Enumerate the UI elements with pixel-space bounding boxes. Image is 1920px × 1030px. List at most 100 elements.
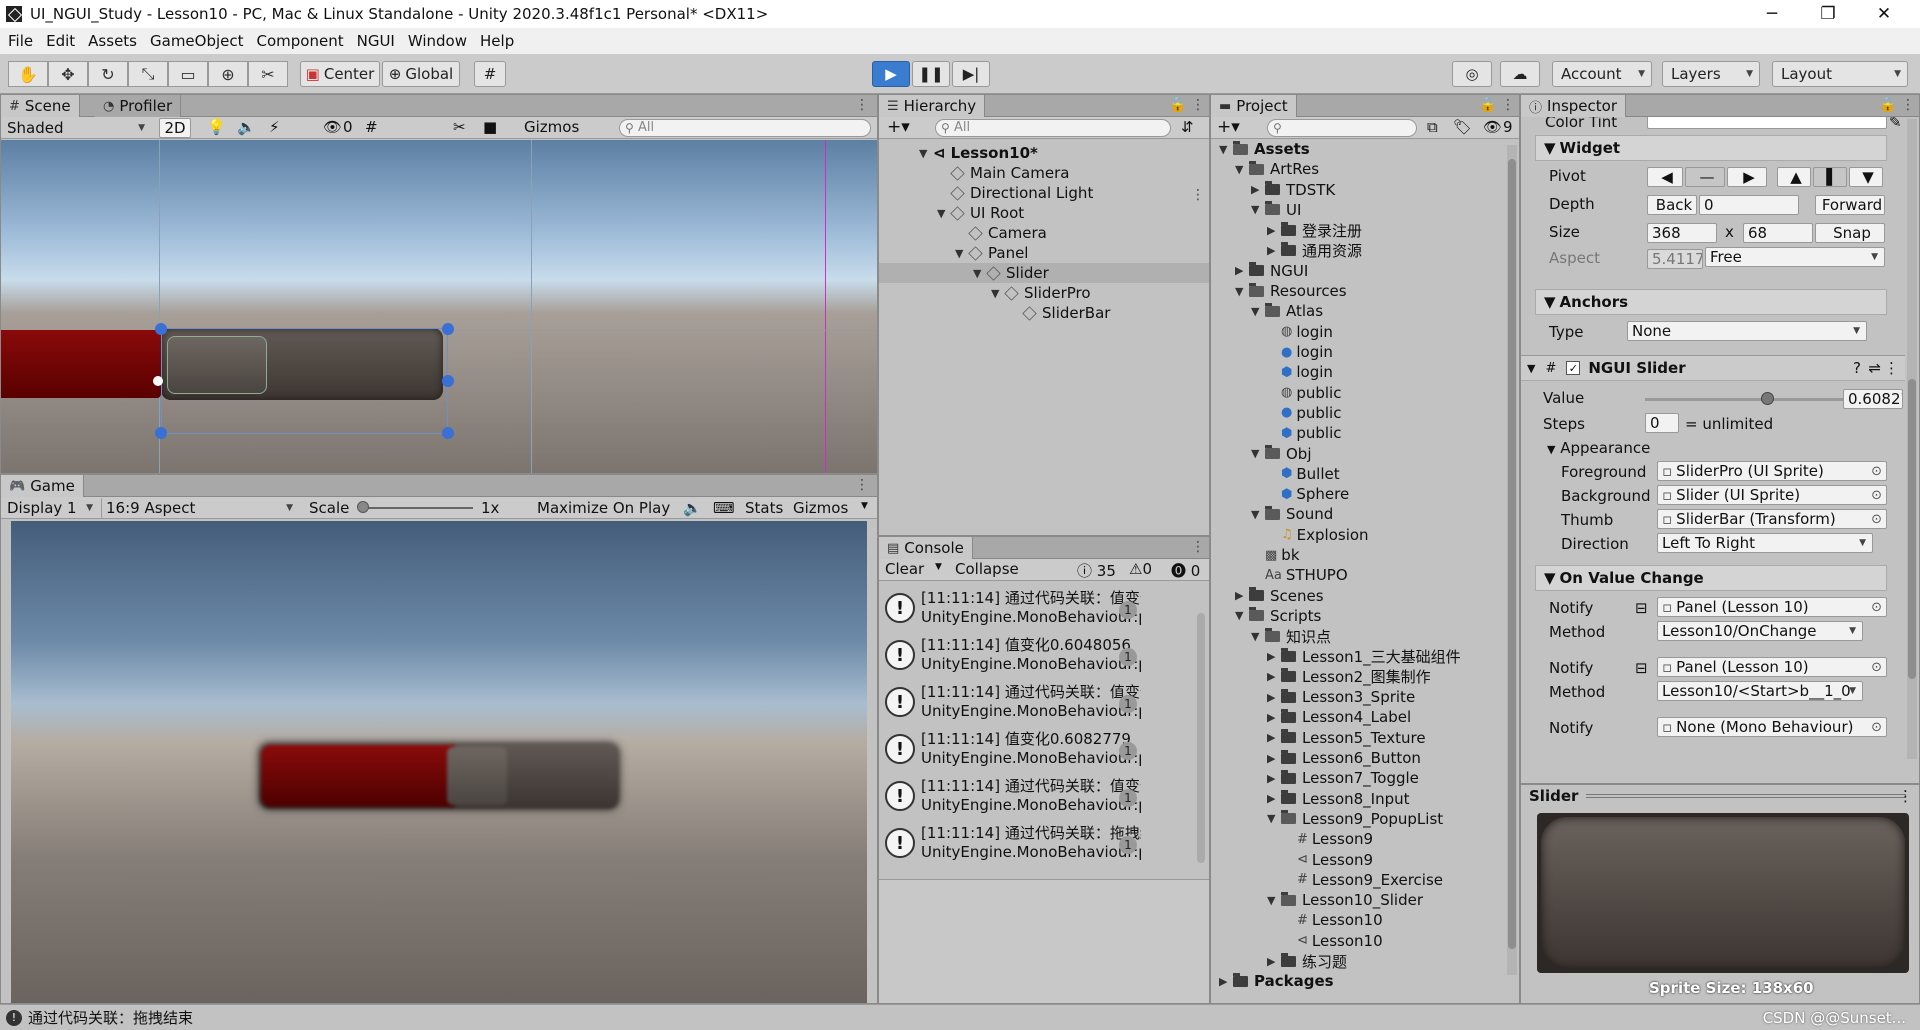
- maximize-on-play-toggle[interactable]: Maximize On Play: [537, 499, 670, 517]
- value-slider-thumb[interactable]: [1760, 392, 1774, 405]
- console-menu-icon[interactable]: ⋮: [1191, 539, 1205, 555]
- menu-file[interactable]: File: [8, 32, 33, 50]
- project-item[interactable]: # Lesson10: [1283, 910, 1383, 930]
- tab-inspector[interactable]: ⓘ Inspector: [1521, 95, 1626, 117]
- menu-gameobject[interactable]: GameObject: [150, 32, 244, 50]
- scale-tool-icon[interactable]: ⤡: [128, 61, 168, 87]
- transform-tool-icon[interactable]: ⊕: [208, 61, 248, 87]
- foreground-field[interactable]: SliderPro (UI Sprite): [1657, 461, 1887, 481]
- scene-options-icon[interactable]: ⋮: [1191, 187, 1205, 203]
- pivot-center-toggle[interactable]: ▣ Center: [300, 61, 380, 87]
- log-entry[interactable]: ![11:11:14] 通过代码关联：值变化0.601UnityEngine.M…: [885, 587, 1141, 633]
- project-item[interactable]: ▶ Lesson2_图集制作: [1267, 667, 1431, 687]
- hidden-objects-icon[interactable]: 👁: [323, 118, 342, 136]
- component-menu-icon[interactable]: ⋮: [1884, 359, 1899, 377]
- grid-icon[interactable]: #: [365, 118, 378, 136]
- project-item[interactable]: Aa STHUPO: [1251, 565, 1348, 585]
- warning-count-toggle[interactable]: ⚠0: [1129, 560, 1152, 578]
- project-item[interactable]: ● public: [1267, 403, 1341, 423]
- project-item[interactable]: ▶ Lesson7_Toggle: [1267, 768, 1419, 788]
- menu-ngui[interactable]: NGUI: [357, 32, 395, 50]
- appearance-foldout[interactable]: ▼ Appearance: [1547, 439, 1650, 457]
- log-entry[interactable]: ! [11:11:14] 值变化0.6082779 UnityEngine.Mono…: [885, 728, 1141, 774]
- project-item[interactable]: ▼ UI: [1251, 200, 1301, 220]
- anchors-section-header[interactable]: ▼ Anchors: [1535, 289, 1887, 315]
- create-icon[interactable]: +▾: [887, 117, 910, 137]
- display-dropdown[interactable]: Display 1: [3, 498, 99, 518]
- project-item[interactable]: ▶ Lesson6_Button: [1267, 748, 1421, 768]
- hierarchy-item-sliderpro[interactable]: ▼ SliderPro: [991, 283, 1091, 303]
- gizmos-dropdown-icon[interactable]: ▼: [861, 501, 868, 511]
- component-enabled-checkbox[interactable]: ✓: [1566, 361, 1581, 375]
- aspect-mode-dropdown[interactable]: Free: [1705, 247, 1885, 267]
- steps-input[interactable]: 0: [1645, 413, 1679, 433]
- hierarchy-lock-icon[interactable]: 🔒: [1169, 97, 1186, 113]
- project-item[interactable]: ▼ Sound: [1251, 504, 1333, 524]
- thumb-field[interactable]: SliderBar (Transform): [1657, 509, 1887, 529]
- help-icon[interactable]: ?: [1853, 359, 1861, 377]
- project-item[interactable]: ▶ 登录注册: [1267, 220, 1362, 240]
- console-collapse-toggle[interactable]: Collapse: [955, 560, 1019, 578]
- project-item[interactable]: ♫ Explosion: [1267, 525, 1369, 545]
- scene-search-input[interactable]: All: [619, 119, 871, 137]
- pivot-left-button[interactable]: ◀: [1647, 167, 1683, 187]
- project-item[interactable]: ▼ Resources: [1235, 281, 1347, 301]
- 2d-toggle[interactable]: 2D: [159, 118, 191, 138]
- project-item[interactable]: ▼ Lesson10_Slider: [1267, 890, 1423, 910]
- project-item[interactable]: ▶ NGUI: [1235, 261, 1308, 281]
- project-item[interactable]: ▼ Atlas: [1251, 301, 1323, 321]
- hierarchy-item-directional-light[interactable]: Directional Light: [950, 183, 1093, 203]
- menu-help[interactable]: Help: [480, 32, 514, 50]
- notify-target-field-1[interactable]: Panel (Lesson 10): [1657, 597, 1887, 617]
- project-item[interactable]: ⬢ login: [1267, 362, 1333, 382]
- layers-dropdown[interactable]: Layers: [1662, 61, 1760, 87]
- cloud-icon[interactable]: ☁: [1500, 61, 1540, 87]
- menu-assets[interactable]: Assets: [88, 32, 137, 50]
- error-count-toggle[interactable]: ⓿ 0: [1171, 560, 1200, 581]
- inspector-lock-icon[interactable]: 🔒: [1879, 97, 1896, 113]
- camera-icon[interactable]: ■: [483, 118, 497, 136]
- tab-profiler[interactable]: ◔ Profiler: [95, 95, 182, 117]
- project-item[interactable]: ▼ Scripts: [1235, 606, 1321, 626]
- shading-mode-dropdown[interactable]: Shaded: [3, 118, 151, 138]
- project-item[interactable]: # Lesson9_Exercise: [1283, 870, 1443, 890]
- project-item[interactable]: ▼ Lesson9_PopupList: [1267, 809, 1443, 829]
- width-input[interactable]: 368: [1647, 223, 1717, 243]
- menu-edit[interactable]: Edit: [46, 32, 75, 50]
- project-item[interactable]: ▶ 通用资源: [1267, 241, 1362, 261]
- project-lock-icon[interactable]: 🔒: [1479, 97, 1496, 113]
- game-menu-icon[interactable]: ⋮: [855, 477, 869, 493]
- pivot-global-toggle[interactable]: ⊕ Global: [382, 61, 460, 87]
- project-item[interactable]: ▶ TDSTK: [1251, 180, 1335, 200]
- pause-button[interactable]: ❚❚: [912, 61, 950, 87]
- project-item[interactable]: ▶ Scenes: [1235, 586, 1324, 606]
- project-item[interactable]: ⊲ Lesson9: [1283, 850, 1373, 870]
- log-entry[interactable]: ! [11:11:14] 值变化0.6048056 UnityEngine.Mono…: [885, 634, 1141, 680]
- clear-options-icon[interactable]: ▼: [935, 562, 942, 572]
- notify-target-field-3[interactable]: None (Mono Behaviour): [1657, 717, 1887, 737]
- console-scrollbar[interactable]: [1197, 613, 1205, 863]
- game-gizmos-toggle[interactable]: Gizmos: [793, 499, 848, 517]
- project-item[interactable]: ⬢ public: [1267, 423, 1342, 443]
- tab-console[interactable]: ▤ Console: [879, 537, 973, 559]
- preview-menu-icon[interactable]: ⋮: [1898, 787, 1913, 805]
- preview-header[interactable]: Slider ⋮: [1521, 785, 1919, 807]
- project-item[interactable]: ▶ 练习题: [1267, 951, 1347, 971]
- slider-value-input[interactable]: 0.60827: [1843, 389, 1903, 409]
- close-button[interactable]: ✕: [1856, 0, 1912, 28]
- hierarchy-item-scene[interactable]: ▼ ⊲ Lesson10*: [919, 143, 1038, 163]
- move-tool-icon[interactable]: ✥: [48, 61, 88, 87]
- color-tint-field[interactable]: [1647, 117, 1887, 129]
- tab-scene[interactable]: # Scene: [1, 95, 80, 117]
- project-item[interactable]: ▩ bk: [1251, 545, 1300, 565]
- pivot-right-button[interactable]: ▶: [1727, 167, 1767, 187]
- scene-menu-icon[interactable]: ⋮: [855, 97, 869, 113]
- depth-input[interactable]: 0: [1699, 195, 1799, 215]
- anchor-type-dropdown[interactable]: None: [1627, 321, 1867, 341]
- project-item[interactable]: ▼ 知识点: [1251, 626, 1331, 646]
- scene-gizmos-button[interactable]: Gizmos: [524, 118, 579, 136]
- rotate-tool-icon[interactable]: ↻: [88, 61, 128, 87]
- tools-icon[interactable]: ✂: [453, 118, 466, 136]
- account-dropdown[interactable]: Account: [1552, 61, 1652, 87]
- project-item[interactable]: ▶ Lesson8_Input: [1267, 789, 1410, 809]
